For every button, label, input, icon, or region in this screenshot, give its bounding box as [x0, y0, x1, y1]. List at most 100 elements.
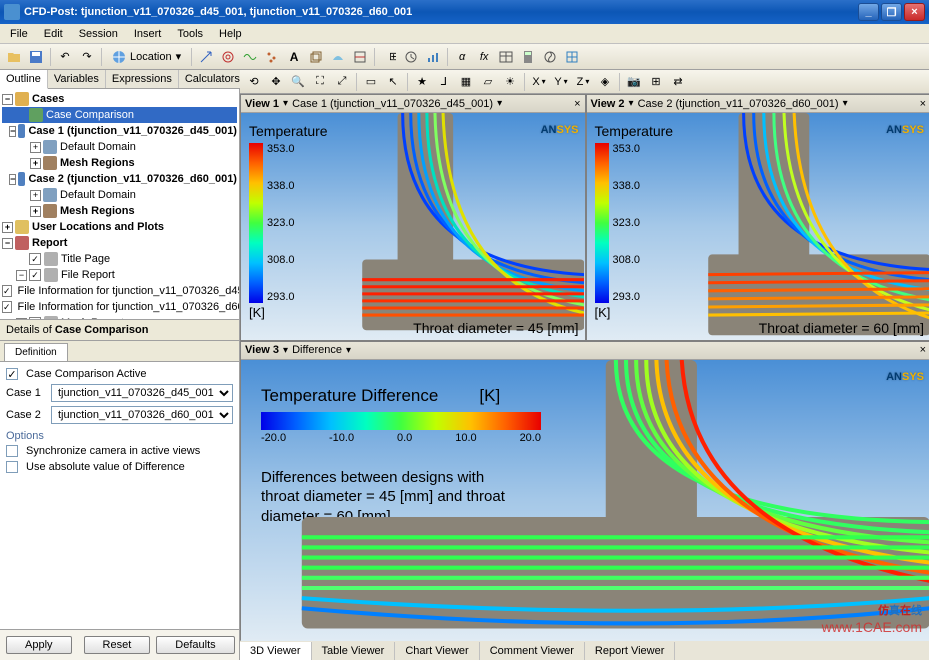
isosurface-icon[interactable]	[328, 47, 348, 67]
tree-toggle-icon[interactable]: +	[30, 142, 41, 153]
close-button[interactable]: ×	[904, 3, 925, 21]
light-icon[interactable]: ☀	[500, 72, 520, 92]
tree-toggle-icon[interactable]: +	[2, 222, 13, 233]
pick-icon[interactable]: ↖	[383, 72, 403, 92]
chart-icon[interactable]	[423, 47, 443, 67]
tree-item[interactable]: ✓File Information for tjunction_v11_0703…	[2, 283, 237, 299]
open-icon[interactable]	[4, 47, 24, 67]
tree-toggle-icon[interactable]: −	[9, 174, 16, 185]
tab-3d-viewer[interactable]: 3D Viewer	[240, 642, 312, 660]
axis-icon[interactable]: ⅃	[434, 72, 454, 92]
minimize-button[interactable]: _	[858, 3, 879, 21]
redo-icon[interactable]: ↷	[77, 47, 97, 67]
tree-item[interactable]: Case Comparison	[2, 107, 237, 123]
tab-comment-viewer[interactable]: Comment Viewer	[480, 642, 585, 660]
layout-icon[interactable]: ⊞	[646, 72, 666, 92]
tree-checkbox[interactable]: ✓	[29, 269, 41, 281]
tab-variables[interactable]: Variables	[48, 70, 106, 88]
apply-button[interactable]: Apply	[6, 636, 72, 654]
menu-edit[interactable]: Edit	[36, 26, 71, 42]
tree-item[interactable]: ✓Title Page	[2, 251, 237, 267]
streamline-icon[interactable]	[240, 47, 260, 67]
clock-icon[interactable]	[401, 47, 421, 67]
viewport-close-icon[interactable]: ×	[574, 98, 580, 110]
view-z-icon[interactable]: Z	[573, 72, 593, 92]
viewport-3[interactable]: View 3 ▾ Difference ▾ × ANSYS Temperatur…	[241, 342, 929, 641]
zoom-icon[interactable]: 🔍	[288, 72, 308, 92]
tree-checkbox[interactable]: ✓	[29, 253, 41, 265]
tree-toggle-icon[interactable]: −	[2, 94, 13, 105]
details-tab-definition[interactable]: Definition	[4, 343, 68, 361]
tab-expressions[interactable]: Expressions	[106, 70, 179, 88]
view-x-icon[interactable]: X	[529, 72, 549, 92]
tree-checkbox[interactable]: ✓	[2, 301, 12, 313]
tab-table-viewer[interactable]: Table Viewer	[312, 642, 396, 660]
sync-camera-checkbox[interactable]	[6, 445, 18, 457]
tree-item[interactable]: +Mesh Regions	[2, 155, 237, 171]
save-icon[interactable]	[26, 47, 46, 67]
maximize-button[interactable]: ❐	[881, 3, 902, 21]
fit-icon[interactable]: ⤢	[332, 72, 352, 92]
highlight-icon[interactable]: ★	[412, 72, 432, 92]
outline-tree[interactable]: −CasesCase Comparison−Case 1 (tjunction_…	[0, 89, 239, 319]
variable-icon[interactable]: α	[452, 47, 472, 67]
plane-icon[interactable]: ▱	[478, 72, 498, 92]
view-y-icon[interactable]: Y	[551, 72, 571, 92]
table-icon[interactable]	[496, 47, 516, 67]
volume-icon[interactable]	[306, 47, 326, 67]
tab-calculators[interactable]: Calculators	[179, 70, 247, 88]
zoombox-icon[interactable]: ⛶	[310, 72, 330, 92]
tab-outline[interactable]: Outline	[0, 70, 48, 89]
tree-item[interactable]: +Default Domain	[2, 139, 237, 155]
tree-toggle-icon[interactable]: +	[30, 158, 41, 169]
menu-file[interactable]: File	[2, 26, 36, 42]
abs-diff-checkbox[interactable]	[6, 461, 18, 473]
select-icon[interactable]: ▭	[361, 72, 381, 92]
expression-icon[interactable]: fx	[474, 47, 494, 67]
tree-toggle-icon[interactable]: −	[16, 270, 27, 281]
tree-item[interactable]: −✓File Report	[2, 267, 237, 283]
viewport-close-icon[interactable]: ×	[920, 98, 926, 110]
viewport-close-icon[interactable]: ×	[920, 344, 926, 356]
tree-checkbox[interactable]: ✓	[2, 285, 12, 297]
tree-item[interactable]: −Cases	[2, 91, 237, 107]
menu-session[interactable]: Session	[71, 26, 126, 42]
tree-toggle-icon[interactable]: −	[2, 238, 13, 249]
undo-icon[interactable]: ↶	[55, 47, 75, 67]
text-icon[interactable]: A	[284, 47, 304, 67]
tree-item[interactable]: +User Locations and Plots	[2, 219, 237, 235]
tab-chart-viewer[interactable]: Chart Viewer	[395, 642, 479, 660]
defaults-button[interactable]: Defaults	[156, 636, 234, 654]
particle-icon[interactable]	[262, 47, 282, 67]
menu-help[interactable]: Help	[211, 26, 250, 42]
rotate-icon[interactable]: ⟲	[244, 72, 264, 92]
mesh-calc-icon[interactable]	[562, 47, 582, 67]
tree-toggle-icon[interactable]: +	[30, 190, 41, 201]
case1-select[interactable]: tjunction_v11_070326_d45_001	[51, 384, 233, 402]
turbo-icon[interactable]	[540, 47, 560, 67]
viewport-1-body[interactable]: ANSYS Temperature 353.0 338.0 323.0 308.…	[241, 113, 585, 340]
viewport-2[interactable]: View 2 ▾ Case 2 (tjunction_v11_070326_d6…	[587, 95, 929, 340]
tree-item[interactable]: −Case 1 (tjunction_v11_070326_d45_001)	[2, 123, 237, 139]
contour-icon[interactable]	[218, 47, 238, 67]
case2-select[interactable]: tjunction_v11_070326_d60_001	[51, 406, 233, 424]
iso-view-icon[interactable]: ◈	[595, 72, 615, 92]
tree-item[interactable]: −Report	[2, 235, 237, 251]
tree-item[interactable]: +Default Domain	[2, 187, 237, 203]
tree-toggle-icon[interactable]: −	[9, 126, 16, 137]
tree-toggle-icon[interactable]: +	[30, 206, 41, 217]
tree-item[interactable]: ✓File Information for tjunction_v11_0703…	[2, 299, 237, 315]
clip-icon[interactable]	[350, 47, 370, 67]
calculator-icon[interactable]	[518, 47, 538, 67]
viewport-2-body[interactable]: ANSYS Temperature 353.0 338.0 323.0 308.…	[587, 113, 929, 340]
viewport-3-body[interactable]: ANSYS Temperature Difference [K] -20.0 -…	[241, 360, 929, 641]
viewport-1[interactable]: View 1 ▾ Case 1 (tjunction_v11_070326_d4…	[241, 95, 585, 340]
vector-icon[interactable]	[196, 47, 216, 67]
tab-report-viewer[interactable]: Report Viewer	[585, 642, 676, 660]
menu-tools[interactable]: Tools	[169, 26, 211, 42]
case-comparison-active-checkbox[interactable]: ✓	[6, 368, 18, 380]
legend-icon[interactable]: ⊞	[379, 47, 399, 67]
pan-icon[interactable]: ✥	[266, 72, 286, 92]
snapshot-icon[interactable]: 📷	[624, 72, 644, 92]
sync-icon[interactable]: ⇄	[668, 72, 688, 92]
